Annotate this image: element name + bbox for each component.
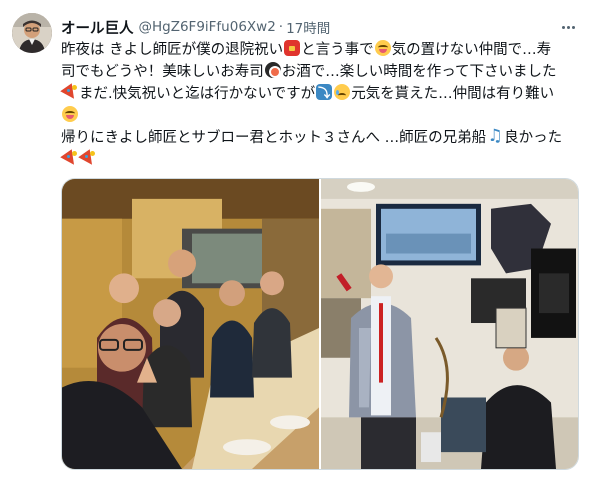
party-popper-emoji	[80, 150, 96, 166]
text-segment: 帰りにきよし師匠とサブロー君とホット３さんへ …師匠の兄弟船	[61, 130, 487, 146]
text-segment: 元気を貰えた…仲間は有り難い	[351, 86, 555, 102]
sushi-emoji	[264, 62, 281, 78]
karaoke-singing-photo[interactable]	[321, 179, 578, 469]
musical-notes-emoji	[487, 125, 503, 147]
text-segment: まだ.快気祝いと迄は行かないですが	[79, 86, 316, 102]
group-dinner-photo[interactable]	[62, 179, 319, 469]
tweet-text-line	[61, 149, 589, 171]
text-segment: 昨夜は きよし師匠が僕の退院祝い	[61, 42, 284, 58]
smiling-face-emoji	[62, 106, 78, 122]
display-name[interactable]: オール巨人	[61, 17, 134, 38]
party-popper-emoji	[62, 150, 78, 166]
text-segment: お酒で…楽しい時間を作って下さいました	[281, 64, 557, 80]
tweet-text-line: 昨夜は きよし師匠が僕の退院祝い と言う事で 気の置けない仲間で…寿	[61, 39, 589, 61]
profile-avatar[interactable]	[12, 13, 52, 53]
text-segment: と言う事で	[301, 42, 374, 58]
more-options-icon[interactable]	[558, 17, 578, 37]
media-gallery	[61, 178, 579, 470]
arrow-curving-down-emoji	[316, 82, 333, 104]
timestamp[interactable]: 17時間	[286, 17, 330, 37]
sad-but-relieved-face-emoji	[334, 84, 351, 100]
tweet-text-line: まだ.快気祝いと迄は行かないですが 元気を貰えた…仲間は有り難い	[61, 82, 589, 105]
red-envelope-emoji	[284, 40, 301, 56]
party-popper-emoji	[62, 84, 78, 100]
tweet-text-line: 司でもどうや！美味しいお寿司 お酒で…楽しい時間を作って下さいました	[61, 61, 589, 83]
text-segment: 良かった	[504, 130, 563, 146]
tweet[interactable]: オール巨人 @HgZ6F9iFfu06Xw2 · 17時間 昨夜は きよし師匠が…	[0, 0, 604, 479]
text-segment: 司でもどうや！美味しいお寿司	[61, 64, 264, 80]
tweet-text-line	[61, 105, 589, 127]
tweet-text: 昨夜は きよし師匠が僕の退院祝い と言う事で 気の置けない仲間で…寿 司でもどうや！…	[61, 39, 589, 171]
tweet-header: オール巨人 @HgZ6F9iFfu06Xw2 · 17時間	[61, 17, 330, 37]
user-handle[interactable]: @HgZ6F9iFfu06Xw2	[139, 19, 276, 35]
separator-dot: ·	[278, 19, 284, 35]
smiling-face-emoji	[374, 40, 391, 56]
tweet-text-line: 帰りにきよし師匠とサブロー君とホット３さんへ …師匠の兄弟船 良かった	[61, 125, 589, 149]
text-segment: 気の置けない仲間で…寿	[391, 42, 552, 58]
